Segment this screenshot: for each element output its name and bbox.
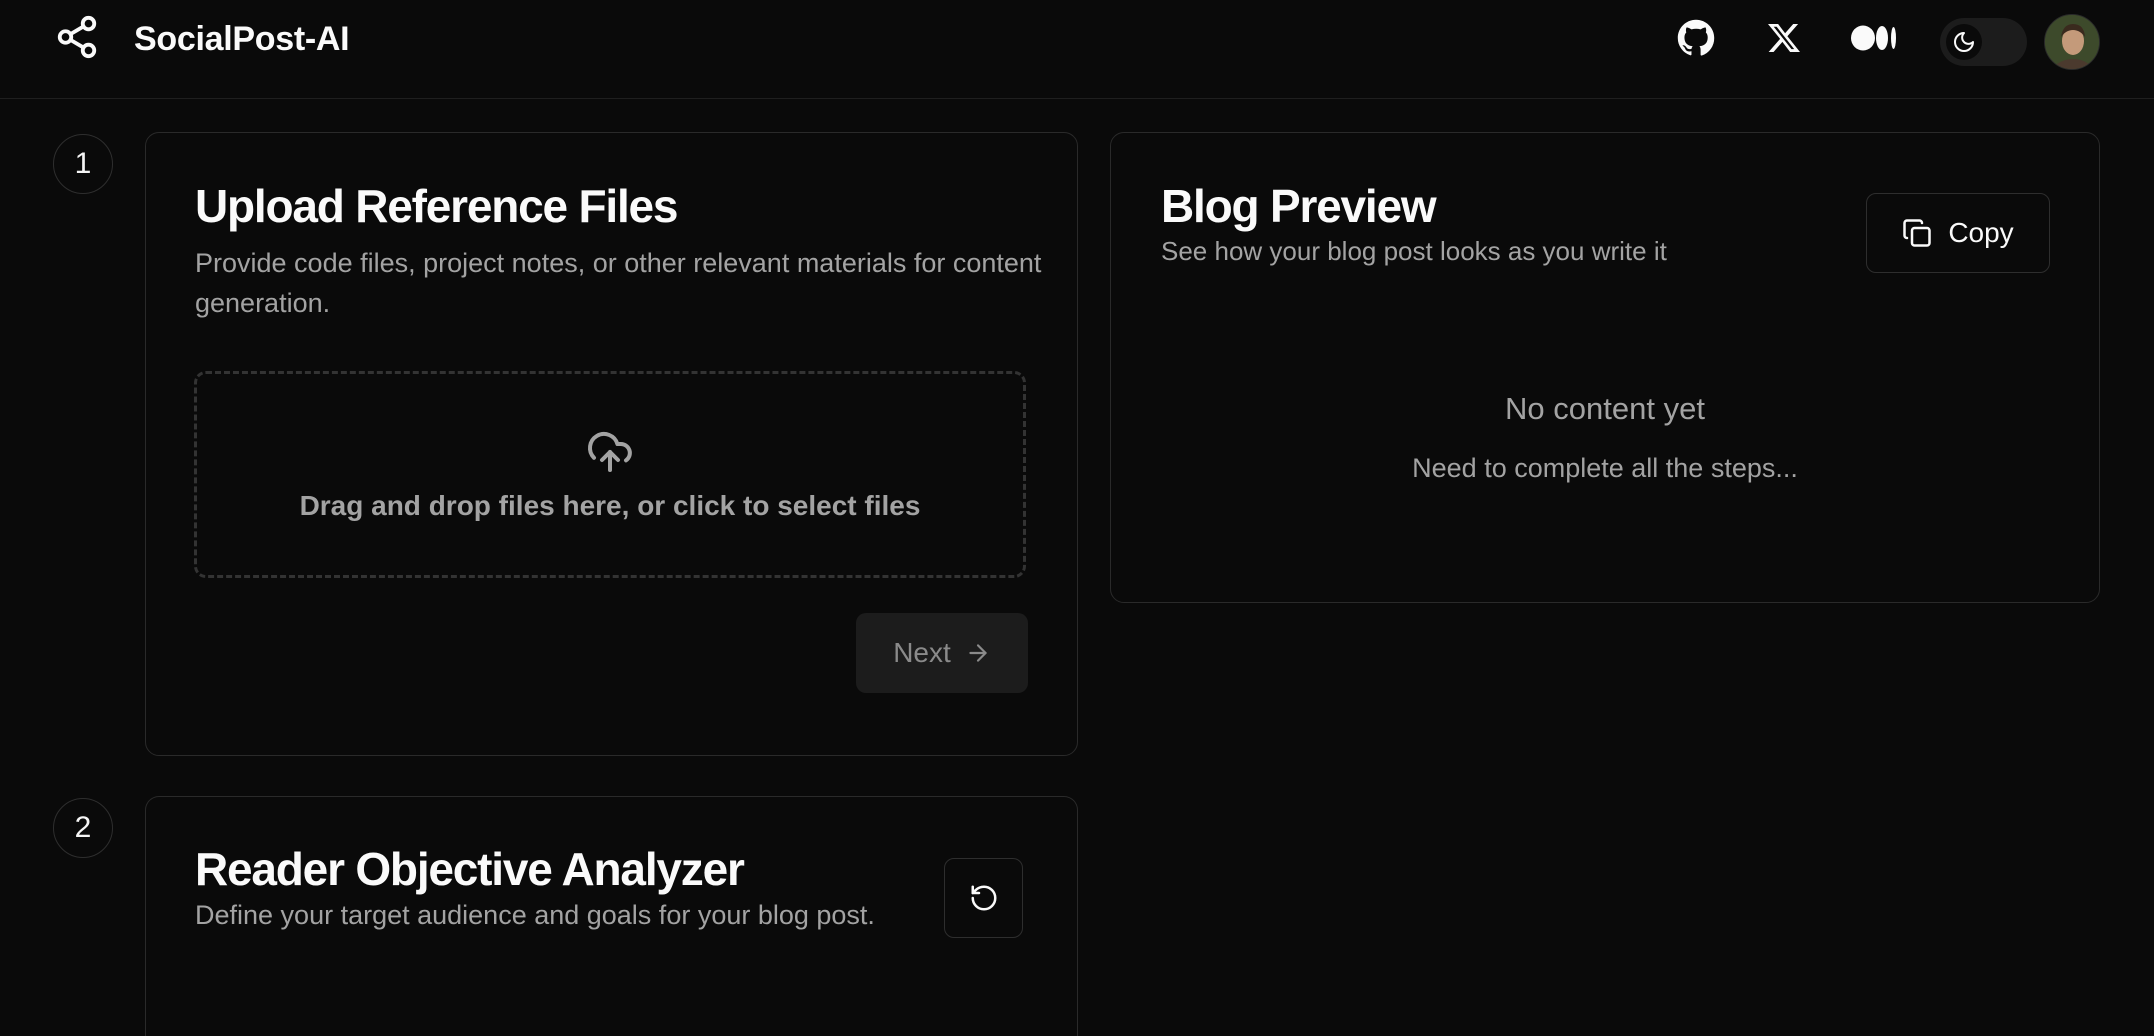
copy-button[interactable]: Copy (1866, 193, 2050, 273)
next-button[interactable]: Next (856, 613, 1028, 693)
empty-state-title: No content yet (1505, 391, 1705, 426)
cloud-upload-icon (588, 431, 632, 472)
card-title: Reader Objective Analyzer (195, 843, 745, 895)
reader-objective-card: Reader Objective Analyzer Define your ta… (145, 796, 1078, 1036)
medium-icon[interactable] (1850, 18, 1898, 58)
app-header: SocialPost-AI (0, 0, 2154, 99)
app-title[interactable]: SocialPost-AI (134, 20, 350, 59)
moon-icon (1946, 24, 1982, 60)
card-title: Upload Reference Files (195, 180, 679, 232)
dropzone-text: Drag and drop files here, or click to se… (299, 489, 921, 521)
file-dropzone[interactable]: Drag and drop files here, or click to se… (194, 371, 1026, 578)
copy-label: Copy (1948, 217, 2014, 248)
copy-icon (1903, 219, 1932, 247)
arrow-right-icon (969, 644, 987, 662)
github-icon[interactable] (1676, 18, 1716, 58)
preview-title: Blog Preview (1161, 180, 1437, 232)
next-label: Next (893, 637, 951, 668)
blog-preview-card: Blog Preview See how your blog post look… (1110, 132, 2100, 603)
step-number-1: 1 (53, 134, 113, 194)
avatar[interactable] (2044, 14, 2100, 70)
rotate-ccw-icon (971, 885, 996, 911)
share-icon[interactable] (54, 14, 100, 60)
preview-subtitle: See how your blog post looks as you writ… (1161, 236, 1667, 266)
upload-reference-card: Upload Reference Files Provide code file… (145, 132, 1078, 756)
card-description: Define your target audience and goals fo… (195, 900, 875, 930)
card-description: Provide code files, project notes, or ot… (195, 248, 1042, 318)
theme-toggle[interactable] (1940, 18, 2027, 66)
reset-button[interactable] (944, 858, 1023, 938)
empty-state-subtitle: Need to complete all the steps... (1412, 453, 1798, 483)
x-icon[interactable] (1764, 18, 1804, 58)
step-number-2: 2 (53, 798, 113, 858)
